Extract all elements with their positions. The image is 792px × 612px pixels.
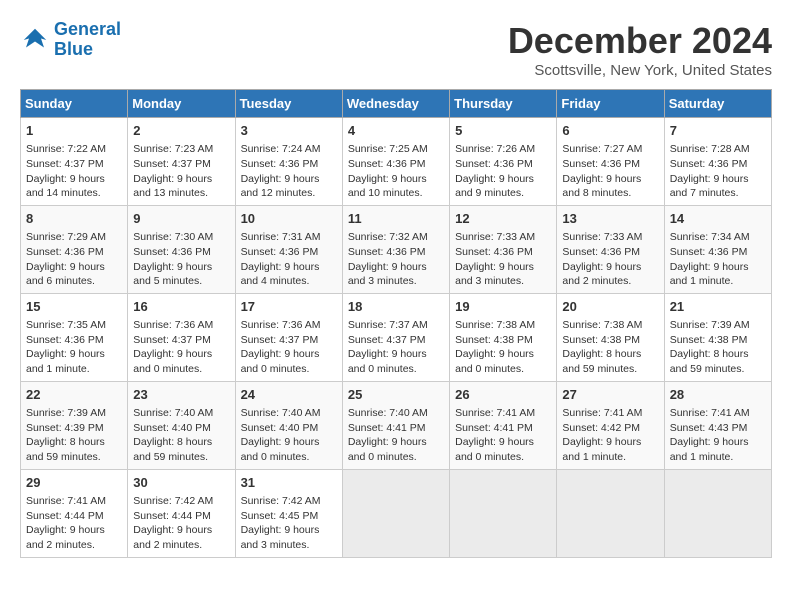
day-number: 26 bbox=[455, 386, 551, 404]
day-number: 3 bbox=[241, 122, 337, 140]
day-of-week-header: Thursday bbox=[450, 90, 557, 118]
day-number: 16 bbox=[133, 298, 229, 316]
day-number: 27 bbox=[562, 386, 658, 404]
calendar-day-cell: 26Sunrise: 7:41 AMSunset: 4:41 PMDayligh… bbox=[450, 381, 557, 469]
day-number: 20 bbox=[562, 298, 658, 316]
calendar-day-cell: 3Sunrise: 7:24 AMSunset: 4:36 PMDaylight… bbox=[235, 118, 342, 206]
calendar-day-cell: 28Sunrise: 7:41 AMSunset: 4:43 PMDayligh… bbox=[664, 381, 771, 469]
day-of-week-header: Friday bbox=[557, 90, 664, 118]
day-number: 19 bbox=[455, 298, 551, 316]
day-number: 31 bbox=[241, 474, 337, 492]
calendar-day-cell: 6Sunrise: 7:27 AMSunset: 4:36 PMDaylight… bbox=[557, 118, 664, 206]
calendar-week-row: 29Sunrise: 7:41 AMSunset: 4:44 PMDayligh… bbox=[21, 469, 772, 557]
calendar-day-cell bbox=[557, 469, 664, 557]
calendar-day-cell: 17Sunrise: 7:36 AMSunset: 4:37 PMDayligh… bbox=[235, 293, 342, 381]
day-number: 30 bbox=[133, 474, 229, 492]
calendar-day-cell: 30Sunrise: 7:42 AMSunset: 4:44 PMDayligh… bbox=[128, 469, 235, 557]
logo: GeneralBlue bbox=[20, 20, 121, 60]
calendar-day-cell: 31Sunrise: 7:42 AMSunset: 4:45 PMDayligh… bbox=[235, 469, 342, 557]
day-of-week-header: Wednesday bbox=[342, 90, 449, 118]
calendar-day-cell: 1Sunrise: 7:22 AMSunset: 4:37 PMDaylight… bbox=[21, 118, 128, 206]
day-number: 24 bbox=[241, 386, 337, 404]
calendar-day-cell: 8Sunrise: 7:29 AMSunset: 4:36 PMDaylight… bbox=[21, 205, 128, 293]
calendar-day-cell: 20Sunrise: 7:38 AMSunset: 4:38 PMDayligh… bbox=[557, 293, 664, 381]
calendar-week-row: 1Sunrise: 7:22 AMSunset: 4:37 PMDaylight… bbox=[21, 118, 772, 206]
day-number: 6 bbox=[562, 122, 658, 140]
calendar-day-cell: 13Sunrise: 7:33 AMSunset: 4:36 PMDayligh… bbox=[557, 205, 664, 293]
day-number: 14 bbox=[670, 210, 766, 228]
calendar-table: SundayMondayTuesdayWednesdayThursdayFrid… bbox=[20, 89, 772, 558]
day-number: 21 bbox=[670, 298, 766, 316]
logo-icon bbox=[20, 25, 50, 55]
day-number: 4 bbox=[348, 122, 444, 140]
calendar-day-cell: 7Sunrise: 7:28 AMSunset: 4:36 PMDaylight… bbox=[664, 118, 771, 206]
day-number: 12 bbox=[455, 210, 551, 228]
calendar-day-cell bbox=[342, 469, 449, 557]
calendar-day-cell: 14Sunrise: 7:34 AMSunset: 4:36 PMDayligh… bbox=[664, 205, 771, 293]
calendar-week-row: 15Sunrise: 7:35 AMSunset: 4:36 PMDayligh… bbox=[21, 293, 772, 381]
day-number: 29 bbox=[26, 474, 122, 492]
day-number: 13 bbox=[562, 210, 658, 228]
calendar-day-cell bbox=[664, 469, 771, 557]
logo-text: GeneralBlue bbox=[54, 20, 121, 60]
day-number: 17 bbox=[241, 298, 337, 316]
calendar-day-cell: 22Sunrise: 7:39 AMSunset: 4:39 PMDayligh… bbox=[21, 381, 128, 469]
calendar-day-cell: 27Sunrise: 7:41 AMSunset: 4:42 PMDayligh… bbox=[557, 381, 664, 469]
day-number: 5 bbox=[455, 122, 551, 140]
calendar-day-cell: 4Sunrise: 7:25 AMSunset: 4:36 PMDaylight… bbox=[342, 118, 449, 206]
title-section: December 2024 Scottsville, New York, Uni… bbox=[508, 20, 772, 79]
day-number: 11 bbox=[348, 210, 444, 228]
day-number: 1 bbox=[26, 122, 122, 140]
day-number: 18 bbox=[348, 298, 444, 316]
calendar-day-cell: 10Sunrise: 7:31 AMSunset: 4:36 PMDayligh… bbox=[235, 205, 342, 293]
day-of-week-header: Saturday bbox=[664, 90, 771, 118]
day-number: 22 bbox=[26, 386, 122, 404]
day-of-week-header: Tuesday bbox=[235, 90, 342, 118]
subtitle: Scottsville, New York, United States bbox=[508, 62, 772, 79]
calendar-day-cell: 15Sunrise: 7:35 AMSunset: 4:36 PMDayligh… bbox=[21, 293, 128, 381]
calendar-day-cell: 11Sunrise: 7:32 AMSunset: 4:36 PMDayligh… bbox=[342, 205, 449, 293]
day-number: 23 bbox=[133, 386, 229, 404]
calendar-day-cell: 29Sunrise: 7:41 AMSunset: 4:44 PMDayligh… bbox=[21, 469, 128, 557]
calendar-header-row: SundayMondayTuesdayWednesdayThursdayFrid… bbox=[21, 90, 772, 118]
calendar-day-cell: 23Sunrise: 7:40 AMSunset: 4:40 PMDayligh… bbox=[128, 381, 235, 469]
calendar-day-cell: 5Sunrise: 7:26 AMSunset: 4:36 PMDaylight… bbox=[450, 118, 557, 206]
calendar-day-cell: 21Sunrise: 7:39 AMSunset: 4:38 PMDayligh… bbox=[664, 293, 771, 381]
day-number: 7 bbox=[670, 122, 766, 140]
day-number: 8 bbox=[26, 210, 122, 228]
header: GeneralBlue December 2024 Scottsville, N… bbox=[20, 20, 772, 79]
day-number: 25 bbox=[348, 386, 444, 404]
calendar-week-row: 8Sunrise: 7:29 AMSunset: 4:36 PMDaylight… bbox=[21, 205, 772, 293]
calendar-day-cell: 9Sunrise: 7:30 AMSunset: 4:36 PMDaylight… bbox=[128, 205, 235, 293]
calendar-day-cell: 25Sunrise: 7:40 AMSunset: 4:41 PMDayligh… bbox=[342, 381, 449, 469]
calendar-day-cell: 16Sunrise: 7:36 AMSunset: 4:37 PMDayligh… bbox=[128, 293, 235, 381]
calendar-day-cell: 2Sunrise: 7:23 AMSunset: 4:37 PMDaylight… bbox=[128, 118, 235, 206]
day-number: 28 bbox=[670, 386, 766, 404]
calendar-week-row: 22Sunrise: 7:39 AMSunset: 4:39 PMDayligh… bbox=[21, 381, 772, 469]
day-number: 2 bbox=[133, 122, 229, 140]
calendar-day-cell: 24Sunrise: 7:40 AMSunset: 4:40 PMDayligh… bbox=[235, 381, 342, 469]
calendar-day-cell: 18Sunrise: 7:37 AMSunset: 4:37 PMDayligh… bbox=[342, 293, 449, 381]
day-of-week-header: Monday bbox=[128, 90, 235, 118]
calendar-day-cell: 19Sunrise: 7:38 AMSunset: 4:38 PMDayligh… bbox=[450, 293, 557, 381]
calendar-day-cell: 12Sunrise: 7:33 AMSunset: 4:36 PMDayligh… bbox=[450, 205, 557, 293]
day-of-week-header: Sunday bbox=[21, 90, 128, 118]
main-title: December 2024 bbox=[508, 20, 772, 62]
calendar-body: 1Sunrise: 7:22 AMSunset: 4:37 PMDaylight… bbox=[21, 118, 772, 558]
day-number: 9 bbox=[133, 210, 229, 228]
day-number: 15 bbox=[26, 298, 122, 316]
day-number: 10 bbox=[241, 210, 337, 228]
calendar-day-cell bbox=[450, 469, 557, 557]
